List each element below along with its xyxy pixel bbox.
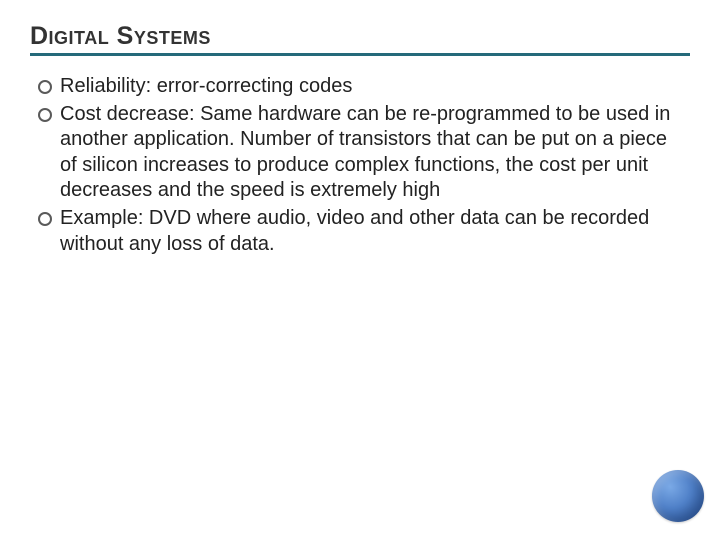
slide: Digital Systems Reliability: error-corre… <box>0 0 720 540</box>
title-underline: Digital Systems <box>30 22 690 56</box>
decorative-sphere-icon <box>652 470 704 522</box>
list-item: Example: DVD where audio, video and othe… <box>60 206 682 257</box>
slide-title: Digital Systems <box>30 22 690 51</box>
list-item: Reliability: error-correcting codes <box>60 74 682 100</box>
list-item: Cost decrease: Same hardware can be re-p… <box>60 102 682 204</box>
slide-content: Reliability: error-correcting codes Cost… <box>30 74 690 257</box>
bullet-list: Reliability: error-correcting codes Cost… <box>38 74 682 257</box>
